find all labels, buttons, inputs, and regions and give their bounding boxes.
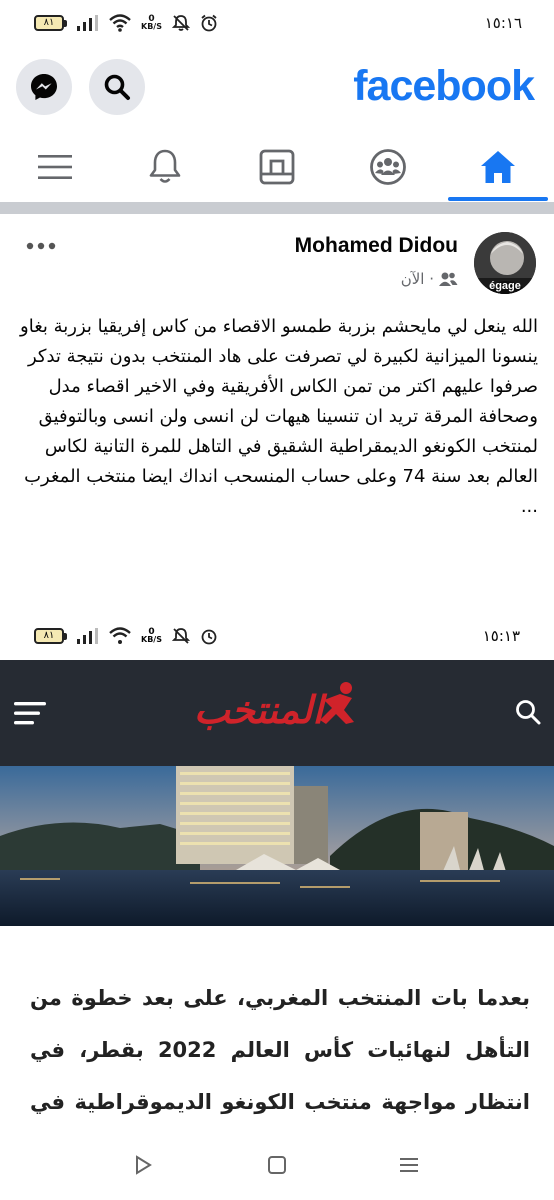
tab-bar [0,132,554,204]
embedded-article-text: بعدما بات المنتخب المغربي، على بعد خطوة … [30,986,530,1114]
search-button[interactable] [89,59,145,115]
tab-menu[interactable] [0,132,110,202]
embedded-network-speed: 0 KB/S [141,627,162,644]
embedded-home-icon [268,1156,286,1174]
marketplace-icon [259,149,295,185]
embedded-hero-photo [0,766,554,926]
messenger-button[interactable] [16,59,72,115]
feed-separator [0,202,554,214]
post-author-name[interactable]: Mohamed Didou [295,234,458,258]
active-tab-indicator [448,197,548,201]
embedded-search-icon [516,700,541,725]
svg-text:égage: égage [489,280,521,292]
battery-icon: ٨١ [34,15,67,31]
network-speed: 0 KB/S [141,14,162,31]
embedded-system-navbar [0,1124,554,1200]
author-avatar[interactable]: égage [474,232,536,294]
embedded-status-indicators: ٨١ 0 KB/S [34,627,218,645]
signal-icon [77,15,98,31]
embedded-wifi-icon [109,627,131,644]
runner-icon [320,682,354,724]
post-body: الله ينعل لي مايحشم بزربة طمسو الاقصاء م… [20,316,538,517]
tab-home[interactable] [443,132,553,202]
alarm-icon [201,14,217,32]
post-time[interactable]: الآن · [401,270,434,288]
more-icon [26,242,56,250]
status-indicators: ٨١ 0 KB/S [34,14,218,32]
clock: ١٥:١٦ [484,14,522,32]
embedded-battery-icon: ٨١ [34,628,67,644]
embedded-mute-icon [171,628,190,644]
post-options-button[interactable] [26,232,56,252]
groups-icon [370,149,406,185]
embedded-recents-icon [400,1158,418,1172]
embedded-site-logo: المنتخب [190,680,370,746]
post-header: Mohamed Didou الآن · égage [0,214,554,304]
wifi-icon [109,14,131,32]
embedded-status-bar: ٨١ 0 KB/S ١٥:١٣ [0,612,554,660]
embedded-menu-icon [14,702,46,725]
tab-notifications[interactable] [110,132,220,202]
post-image[interactable]: ٨١ 0 KB/S ١٥:١٣ المنتخب بعدما بات المنتخ… [0,612,554,1200]
tab-groups[interactable] [333,132,443,202]
friends-icon [439,272,458,286]
embedded-clock: ١٥:١٣ [482,627,520,645]
bell-icon [149,149,181,183]
facebook-logo[interactable]: facebook [353,62,535,111]
app-header: facebook [0,46,554,132]
embedded-back-icon [136,1155,152,1175]
embedded-signal-icon [77,628,98,644]
avatar-image: égage [474,232,536,294]
post-meta: الآن · [401,270,458,288]
mute-icon [171,15,190,31]
embedded-site-navbar: المنتخب [0,660,554,766]
messenger-icon [31,74,57,100]
tab-marketplace[interactable] [222,132,332,202]
menu-icon [38,155,72,179]
embedded-alarm-icon [201,629,217,645]
status-bar: ٨١ 0 KB/S ١٥:١٦ [0,0,554,46]
search-icon [104,74,130,100]
home-icon [481,151,515,183]
